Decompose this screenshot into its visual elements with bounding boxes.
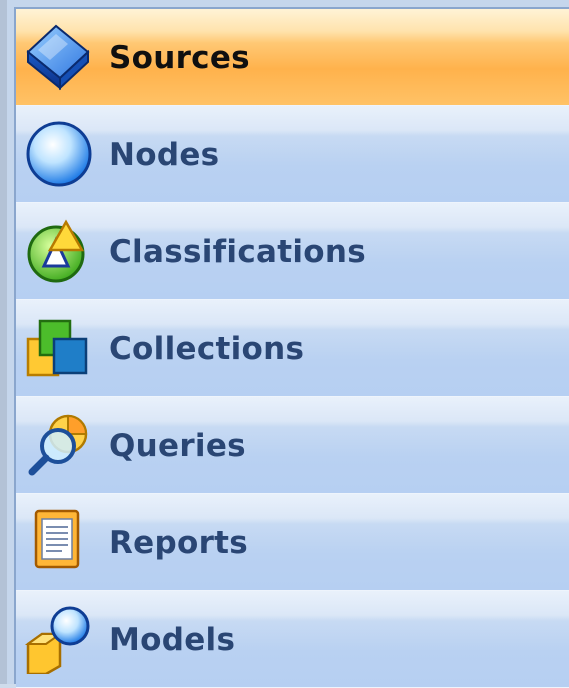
sources-icon	[24, 22, 94, 92]
nav-item-label: Collections	[109, 331, 305, 367]
navigation-list: Sources Nodes Classifications Collection…	[14, 7, 569, 688]
reports-icon	[24, 507, 94, 577]
nav-item-label: Nodes	[109, 137, 220, 173]
nav-item-collections[interactable]: Collections	[16, 300, 569, 397]
nav-item-label: Classifications	[109, 234, 366, 270]
nav-item-models[interactable]: Models	[16, 591, 569, 688]
nav-item-background	[16, 494, 569, 590]
nav-item-classifications[interactable]: Classifications	[16, 203, 569, 300]
nav-item-sources[interactable]: Sources	[16, 9, 569, 106]
nav-item-label: Queries	[109, 428, 246, 464]
collections-icon	[24, 313, 94, 383]
nav-item-background	[16, 9, 569, 105]
nav-item-label: Sources	[109, 40, 250, 76]
nav-item-reports[interactable]: Reports	[16, 494, 569, 591]
nav-item-background	[16, 591, 569, 687]
nav-item-queries[interactable]: Queries	[16, 397, 569, 494]
nav-item-nodes[interactable]: Nodes	[16, 106, 569, 203]
nav-item-label: Reports	[109, 525, 249, 561]
nav-item-label: Models	[109, 622, 236, 658]
navigation-panel: Sources Nodes Classifications Collection…	[0, 0, 569, 688]
models-icon	[24, 604, 94, 676]
queries-icon	[24, 410, 94, 480]
nav-item-background	[16, 106, 569, 202]
classifications-icon	[24, 216, 94, 286]
nav-item-background	[16, 397, 569, 493]
nodes-icon	[24, 119, 94, 189]
